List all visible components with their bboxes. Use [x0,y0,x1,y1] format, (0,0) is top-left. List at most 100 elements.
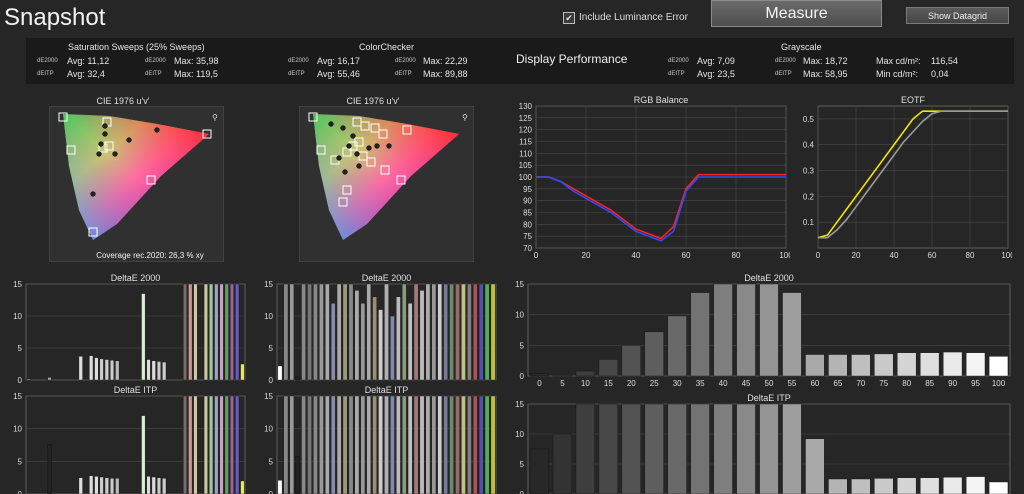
display-performance-label: Display Performance [516,52,628,66]
include-luminance-checkbox[interactable]: ✔ [563,12,575,24]
cc-de2000-bar [449,283,454,381]
cc-deitp-bar [283,395,289,494]
cie2-measured-marker [356,163,362,169]
cc-de2000-bar [413,283,419,381]
gs-de2000-xtick-label: 15 [604,379,613,388]
rgb-balance-ytick-label: 105 [519,161,533,170]
cc-de2000-bar [295,376,301,381]
min-luminance-value: 0,04 [931,69,949,79]
rgb-balance-ytick-label: 120 [519,126,533,135]
colorchecker-deitp-chart: DeltaE ITP 0 5 10 15 [264,386,497,494]
sat-de2000-bar [151,360,156,381]
gs-deitp-bar [621,403,641,494]
sat-de2000-bar [162,361,167,381]
gs-de2000-bar [713,283,733,377]
sat-de2000-bar [47,377,52,381]
de2000-label: dE2000 [668,58,689,64]
colorchecker-avg-de2000: Avg: 16,17 [317,56,360,66]
cie2-measured-marker [350,133,356,139]
colorchecker-title: ColorChecker [359,42,415,52]
measure-button[interactable]: Measure [711,0,882,27]
grayscale-deitp-chart: DeltaE ITP051015051015202530354045505560… [515,393,1011,494]
grayscale-avg-de2000: Avg: 7,09 [697,56,735,66]
cc-de2000-bar [419,290,425,381]
cc-de2000-bar [301,283,306,381]
colorchecker-max-deitp: Max: 89,88 [423,69,468,79]
cc-deitp-ytick-label: 5 [269,457,274,466]
gs-deitp-bar [667,403,687,494]
gs-de2000-ytick-label: 5 [520,341,525,350]
gs-de2000-bar [828,354,848,377]
sat-deitp-bar [104,477,109,494]
gs-de2000-bar [920,352,940,377]
gs-de2000-bar [759,283,779,377]
rgb-balance-ytick-label: 95 [523,185,532,194]
zoom-icon[interactable]: ⚲ [462,113,468,122]
sat-deitp-ytick-label: 15 [13,392,22,401]
cc-de2000-bar [437,283,443,381]
sat-deitp-bar [188,395,193,494]
zoom-icon[interactable]: ⚲ [212,113,218,122]
cc-de2000-bar [342,283,348,381]
cc-deitp-bar [354,395,360,494]
cc-de2000-ytick-label: 5 [269,344,274,353]
rgb-balance-ytick-label: 70 [523,244,532,253]
cc-deitp-bar [437,395,443,494]
rgb-balance-chart: RGB Balance 70 75 80 85 90 95 100 105 110 115 120 12… [519,95,790,260]
sat-de2000-ytick-label: 10 [13,312,22,321]
cie1-measured-marker [102,123,108,129]
rgb-balance-xtick-label: 20 [582,251,591,260]
sat-de2000-bar [89,355,94,381]
cc-deitp-bar [484,395,490,494]
gs-de2000-bar [874,353,894,377]
gs-de2000-bar [943,351,963,377]
cc-de2000-bar [319,283,324,381]
sat-de2000-bar [115,360,120,381]
sat-de2000-bar [94,357,99,381]
eotf-title: EOTF [901,95,926,105]
sat-deitp-bar [78,477,83,494]
cie1-measured-marker [112,151,118,157]
de2000-label: dE2000 [395,58,416,64]
cc-de2000-bar [283,283,289,381]
gs-de2000-bar [805,354,825,377]
cc-de2000-bar [401,283,407,381]
gs-de2000-xtick-label: 40 [719,379,728,388]
gs-de2000-bar [965,352,986,377]
eotf-chart: EOTF 0.1 0.2 0.3 0.4 0.5 0 20 40 60 80 100 [803,95,1012,260]
colorchecker-max-de2000: Max: 22,29 [423,56,468,66]
eotf-xtick-label: 0 [816,251,821,260]
cc-de2000-bar [396,296,401,381]
gs-de2000-xtick-label: 75 [879,379,888,388]
sat-deitp-bar [146,476,151,494]
gs-de2000-xtick-label: 85 [925,379,934,388]
cc-de2000-ytick-label: 15 [264,280,273,289]
gs-de2000-bar [690,292,710,377]
sat-de2000-bar [240,363,245,381]
cie2-measured-marker [374,143,380,149]
gs-de2000-xtick-label: 90 [948,379,957,388]
sat-de2000-bar [214,283,219,381]
gs-de2000-xtick-label: 25 [650,379,659,388]
cc-de2000-bar [431,283,437,381]
cie2-measured-marker [328,121,334,127]
gs-de2000-bar [529,373,550,377]
gs-de2000-bar [736,283,756,377]
gs-deitp-ytick-label: 10 [515,430,524,439]
sat-deitp-ytick-label: 0 [18,490,23,494]
gs-deitp-bar [851,478,871,494]
cie2-measured-marker [386,143,392,149]
sat-deitp-ytick-label: 5 [18,457,23,466]
show-datagrid-button[interactable]: Show Datagrid [906,7,1009,24]
eotf-ytick-label: 0.2 [803,192,815,201]
cc-de2000-bar [384,283,389,381]
gs-deitp-bar [874,478,894,494]
cie2-measured-marker [346,143,352,149]
gs-deitp-bar [552,433,573,494]
sat-deitp-bar [94,476,99,494]
gs-deitp-bar [598,403,618,494]
eotf-plot-area [817,105,1009,249]
sat-de2000-title: DeltaE 2000 [111,273,161,283]
sat-deitp-bar [99,476,104,494]
sat-de2000-bar [141,293,146,381]
